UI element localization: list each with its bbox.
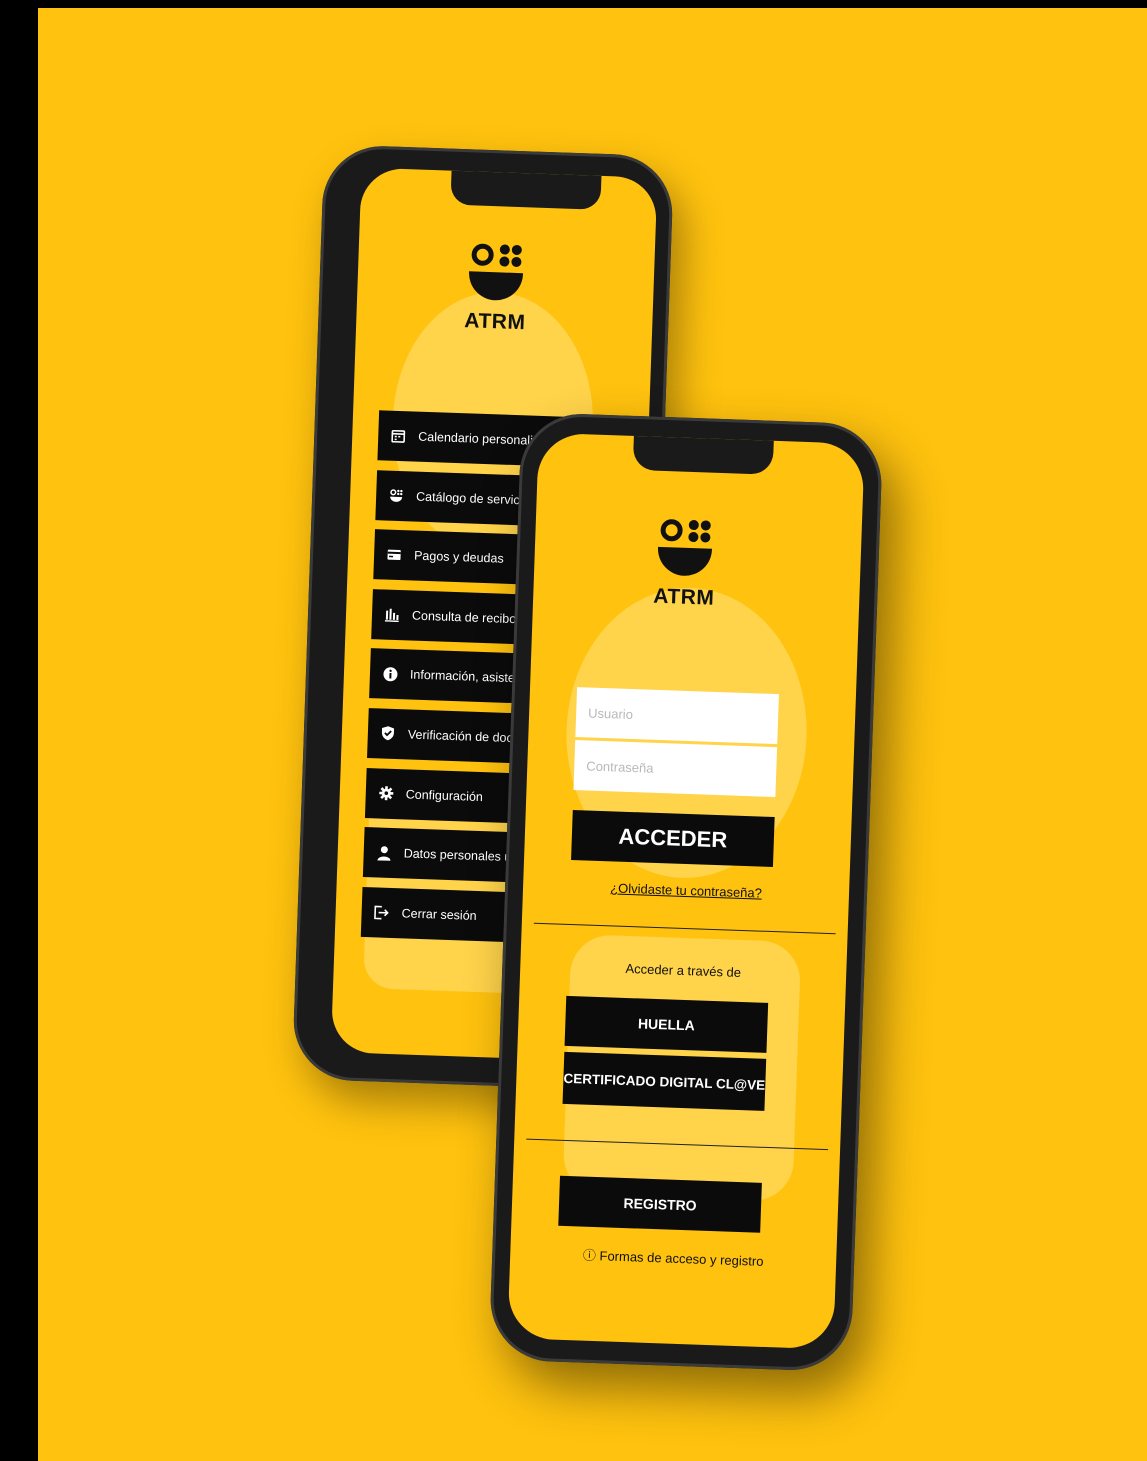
shield-check-icon <box>380 725 397 742</box>
calendar-icon <box>390 428 407 445</box>
notch <box>632 433 774 475</box>
forgot-password-link[interactable]: ¿Olvidaste tu contraseña? <box>523 877 849 903</box>
menu-label: Configuración <box>405 786 484 804</box>
menu-label: Consulta de recibos <box>411 608 523 627</box>
front-phone-screen: ATRM Usuario Contraseña ACCEDER ¿Olvidas… <box>507 432 865 1350</box>
credit-card-icon <box>386 547 403 564</box>
access-info-link[interactable]: ⓘ Formas de acceso y registro <box>510 1242 836 1272</box>
password-field[interactable]: Contraseña <box>573 740 778 798</box>
menu-label: Pagos y deudas <box>413 548 504 566</box>
logo-text: ATRM <box>463 309 526 335</box>
login-button[interactable]: ACCEDER <box>571 809 775 868</box>
certificate-button[interactable]: CERTIFICADO DIGITAL CL@VE <box>562 1051 767 1111</box>
fingerprint-button[interactable]: HUELLA <box>564 995 769 1053</box>
logout-icon <box>373 904 390 921</box>
bar-chart-icon <box>384 606 401 623</box>
app-logo: ATRM <box>653 517 717 611</box>
menu-label: Cerrar sesión <box>401 906 477 923</box>
front-phone: ATRM Usuario Contraseña ACCEDER ¿Olvidas… <box>488 411 884 1373</box>
logo-text: ATRM <box>652 584 715 610</box>
register-button[interactable]: REGISTRO <box>558 1175 762 1233</box>
notch <box>450 168 602 210</box>
catalog-logo-icon <box>388 487 405 504</box>
gear-icon <box>378 785 395 802</box>
divider <box>533 922 836 935</box>
username-field[interactable]: Usuario <box>575 687 779 745</box>
user-icon <box>375 845 392 862</box>
info-icon <box>382 666 399 683</box>
app-logo: ATRM <box>464 241 528 335</box>
